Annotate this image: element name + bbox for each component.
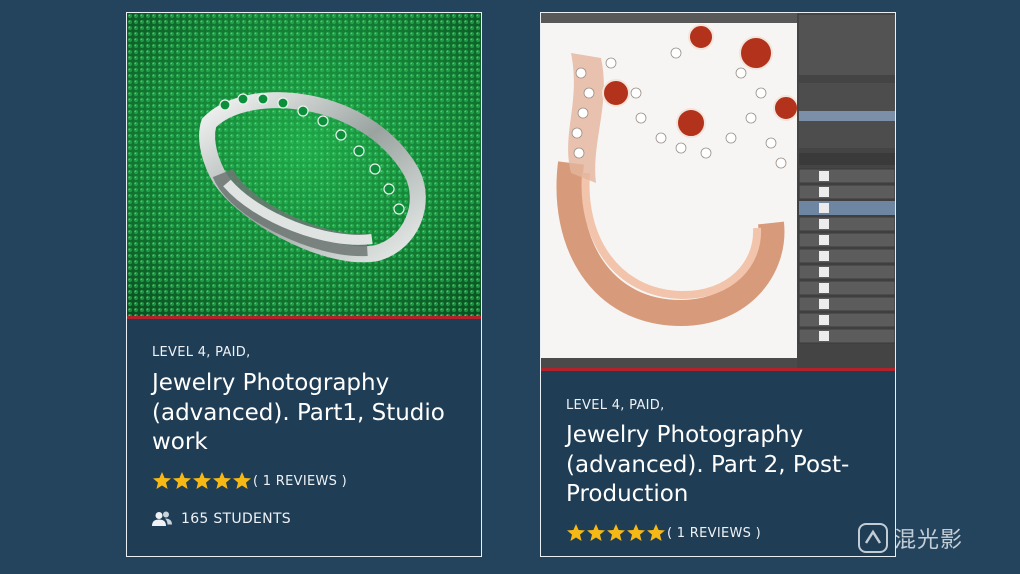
star-icon [233, 472, 251, 489]
watermark-logo-icon [858, 523, 888, 553]
course-rating: ( 1 REVIEWS ) [152, 471, 347, 491]
star-icon [587, 524, 605, 541]
course-level: LEVEL 4, PAID, [566, 398, 665, 413]
review-count[interactable]: ( 1 REVIEWS ) [667, 526, 761, 541]
student-count-label: 165 STUDENTS [181, 511, 291, 527]
star-icon [213, 472, 231, 489]
star-icon [153, 472, 171, 489]
star-icon [607, 524, 625, 541]
star-icon [567, 524, 585, 541]
silver-ring-photo [127, 13, 481, 316]
star-rating [152, 471, 252, 491]
student-count: 165 STUDENTS [152, 511, 291, 527]
star-icon [647, 524, 665, 541]
watermark: 混光影 [858, 522, 963, 554]
review-count[interactable]: ( 1 REVIEWS ) [253, 474, 347, 489]
course-card-studio-work[interactable]: LEVEL 4, PAID, Jewelry Photography (adva… [126, 12, 482, 557]
course-title[interactable]: Jewelry Photography (advanced). Part 2, … [566, 421, 878, 510]
course-card-post-production[interactable]: LEVEL 4, PAID, Jewelry Photography (adva… [540, 12, 896, 557]
star-rating [566, 523, 666, 543]
star-icon [627, 524, 645, 541]
star-icon [173, 472, 191, 489]
course-rating: ( 1 REVIEWS ) [566, 523, 761, 543]
users-icon [152, 511, 172, 526]
watermark-text: 混光影 [894, 528, 964, 553]
accent-divider [541, 368, 895, 371]
course-title[interactable]: Jewelry Photography (advanced). Part1, S… [152, 369, 464, 458]
course-thumbnail-photoshop[interactable] [541, 13, 895, 368]
star-icon [193, 472, 211, 489]
photoshop-ring-photo [541, 13, 895, 368]
accent-divider [127, 316, 481, 319]
course-level: LEVEL 4, PAID, [152, 345, 251, 360]
course-thumbnail-silver-ring[interactable] [127, 13, 481, 316]
